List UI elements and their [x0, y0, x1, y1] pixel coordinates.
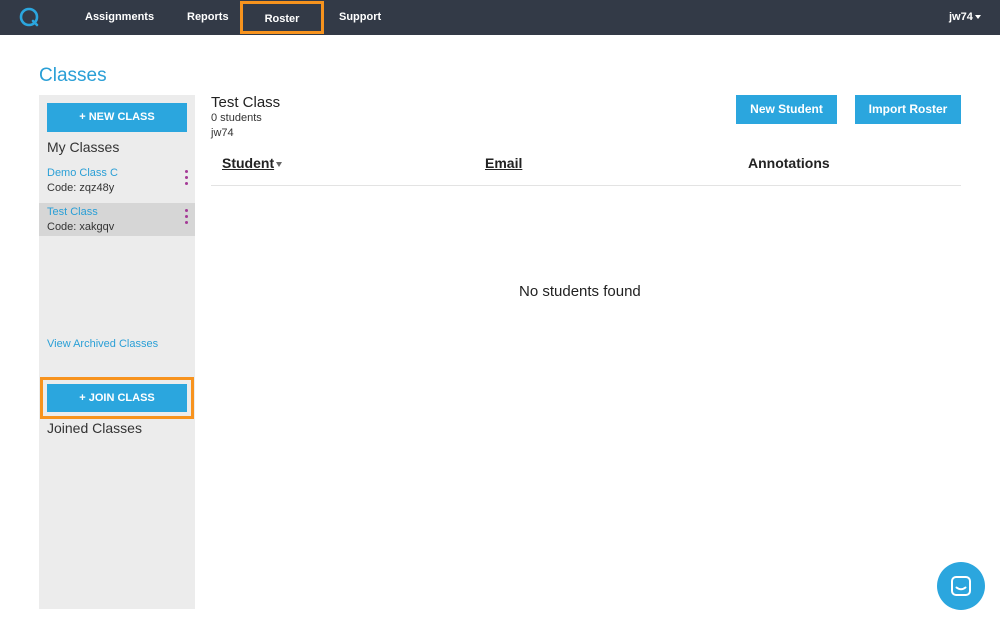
table-header-divider: [211, 185, 961, 186]
more-options-icon[interactable]: [183, 209, 189, 229]
joined-classes-heading: Joined Classes: [47, 420, 142, 436]
student-count: 0 students: [211, 112, 262, 124]
more-options-icon[interactable]: [183, 170, 189, 190]
class-item-demo-class-c[interactable]: Demo Class C Code: zqz48y: [39, 164, 195, 197]
new-student-button[interactable]: New Student: [736, 95, 837, 124]
chevron-down-icon: [974, 15, 981, 20]
view-archived-classes-link[interactable]: View Archived Classes: [47, 338, 158, 350]
class-code: Code: xakgqv: [47, 221, 115, 233]
join-class-highlight: + JOIN CLASS: [40, 377, 194, 419]
class-code: Code: zqz48y: [47, 182, 115, 194]
class-title: Test Class: [211, 94, 281, 111]
nav-assignments[interactable]: Assignments: [85, 0, 154, 35]
my-classes-heading: My Classes: [47, 139, 120, 155]
user-menu[interactable]: jw74: [949, 0, 981, 35]
nav-roster[interactable]: Roster: [240, 1, 324, 34]
chat-launcher-button[interactable]: [937, 562, 985, 610]
new-class-button[interactable]: + NEW CLASS: [47, 103, 187, 132]
top-nav: Assignments Reports Roster Support jw74: [0, 0, 1000, 35]
page-title: Classes: [39, 65, 107, 86]
empty-state-message: No students found: [519, 283, 641, 300]
import-roster-button[interactable]: Import Roster: [855, 95, 961, 124]
class-sidebar: + NEW CLASS My Classes Demo Class C Code…: [39, 95, 195, 609]
class-name[interactable]: Demo Class C: [47, 167, 118, 179]
user-name: jw74: [949, 11, 973, 23]
chat-icon: [951, 576, 971, 596]
class-name[interactable]: Test Class: [47, 206, 98, 218]
join-class-button[interactable]: + JOIN CLASS: [47, 384, 187, 412]
nav-reports[interactable]: Reports: [187, 0, 229, 35]
column-header-email[interactable]: Email: [485, 155, 522, 171]
column-student-label: Student: [222, 155, 275, 171]
column-header-student[interactable]: Student: [222, 155, 283, 171]
nav-support[interactable]: Support: [339, 0, 381, 35]
app-logo-icon[interactable]: [18, 6, 40, 28]
column-header-annotations: Annotations: [748, 155, 830, 171]
sort-caret-icon: [276, 161, 283, 167]
class-owner: jw74: [211, 127, 234, 139]
class-item-test-class[interactable]: Test Class Code: xakgqv: [39, 203, 195, 236]
